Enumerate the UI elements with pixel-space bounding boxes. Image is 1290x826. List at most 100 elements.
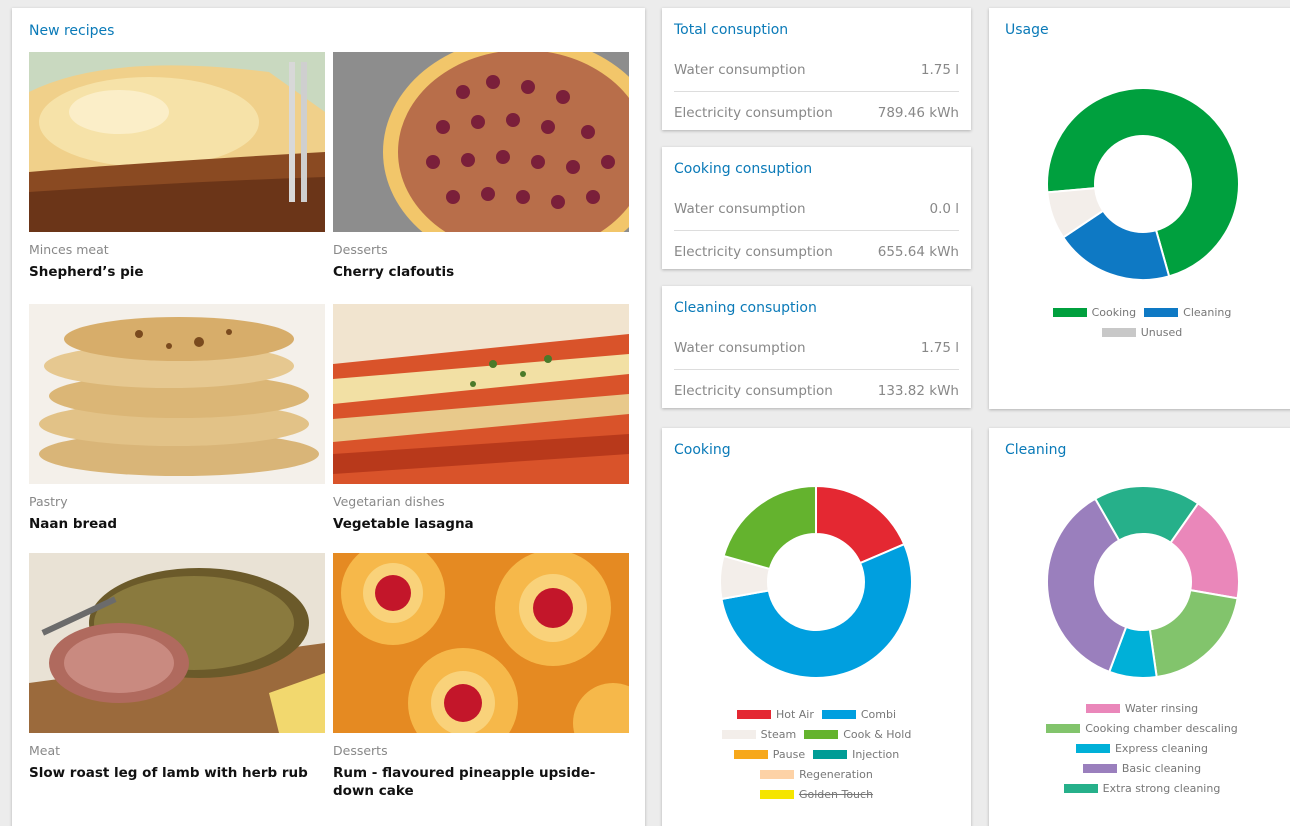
recipe-name[interactable]: Shepherd’s pie <box>29 263 325 281</box>
electricity-consumption-label: Electricity consumption <box>674 105 833 121</box>
legend-swatch <box>821 710 856 719</box>
legend-swatch <box>1063 784 1098 793</box>
recipe-category: Meat <box>29 743 61 758</box>
electricity-consumption-row: Electricity consumption 655.64 kWh <box>674 232 959 274</box>
legend-item-water-rinsing[interactable]: Water rinsing <box>1085 702 1199 715</box>
legend-item-steam[interactable]: Steam <box>721 728 797 741</box>
legend-item-basic-cleaning[interactable]: Basic cleaning <box>1082 762 1202 775</box>
legend-item-express-cleaning[interactable]: Express cleaning <box>1075 742 1209 755</box>
legend-label: Steam <box>760 728 797 741</box>
legend-item-regeneration[interactable]: Regeneration <box>760 768 873 781</box>
legend-item-injection[interactable]: Injection <box>813 748 899 761</box>
recipe-image[interactable] <box>333 52 629 232</box>
legend-item-cooking-chamber-descaling[interactable]: Cooking chamber descaling <box>1046 722 1238 735</box>
recipe-category: Vegetarian dishes <box>333 494 445 509</box>
legend-row: Unused <box>989 326 1290 339</box>
electricity-consumption-label: Electricity consumption <box>674 383 833 399</box>
water-consumption-label: Water consumption <box>674 340 806 356</box>
legend-item-extra-strong-cleaning[interactable]: Extra strong cleaning <box>1063 782 1221 795</box>
legend-item-pause[interactable]: Pause <box>733 748 806 761</box>
recipe-image[interactable] <box>29 304 325 484</box>
recipe-image[interactable] <box>333 304 629 484</box>
donut-slice-cooking-chamber-descaling[interactable] <box>1148 589 1239 679</box>
legend-row: Steam Cook & Hold <box>662 728 971 741</box>
legend-row: Express cleaning <box>989 742 1290 755</box>
recipe-name[interactable]: Naan bread <box>29 515 325 533</box>
legend-row: Extra strong cleaning <box>989 782 1290 795</box>
legend-item-cooking[interactable]: Cooking <box>1052 306 1136 319</box>
legend-row: Pause Injection <box>662 748 971 761</box>
legend-label: Pause <box>772 748 806 761</box>
water-consumption-label: Water consumption <box>674 201 806 217</box>
cooking-chart-title: Cooking <box>674 442 731 458</box>
legend-label: Golden Touch <box>798 788 874 801</box>
legend-row: Cooking chamber descaling <box>989 722 1290 735</box>
electricity-consumption-row: Electricity consumption 133.82 kWh <box>674 371 959 413</box>
legend-label: Injection <box>852 748 900 761</box>
cleaning-consumption-title: Cleaning consuption <box>674 300 817 316</box>
legend-label: Cleaning <box>1183 306 1232 319</box>
usage-chart-title: Usage <box>1005 22 1049 38</box>
cleaning-chart-title: Cleaning <box>1005 442 1067 458</box>
water-consumption-row: Water consumption 0.0 l <box>674 189 959 231</box>
legend-item-cook-hold[interactable]: Cook & Hold <box>804 728 911 741</box>
cleaning-chart-card: Cleaning Water rinsing Cooking chamber de… <box>989 428 1290 826</box>
legend-row: Basic cleaning <box>989 762 1290 775</box>
electricity-consumption-value: 133.82 kWh <box>877 383 959 399</box>
legend-swatch <box>1046 724 1081 733</box>
legend-swatch <box>804 730 839 739</box>
new-recipes-panel: New recipes Minces meat Shepherd’s pie D… <box>12 8 645 826</box>
water-consumption-value: 1.75 l <box>920 340 959 356</box>
water-consumption-label: Water consumption <box>674 62 806 78</box>
legend-swatch <box>813 750 848 759</box>
cleaning-consumption-card: Cleaning consuption Water consumption 1.… <box>662 286 971 408</box>
recipe-name[interactable]: Slow roast leg of lamb with herb rub <box>29 764 325 782</box>
recipe-image[interactable] <box>29 52 325 232</box>
legend-swatch <box>759 790 794 799</box>
new-recipes-title: New recipes <box>29 23 115 39</box>
total-consumption-title: Total consuption <box>674 22 789 38</box>
electricity-consumption-row: Electricity consumption 789.46 kWh <box>674 93 959 135</box>
recipe-name[interactable]: Vegetable lasagna <box>333 515 629 533</box>
legend-label: Hot Air <box>775 708 814 721</box>
legend-label: Cook & Hold <box>843 728 912 741</box>
legend-label: Extra strong cleaning <box>1102 782 1221 795</box>
legend-label: Regeneration <box>799 768 873 781</box>
cooking-chart-card: Cooking Hot Air Combi Steam Cook & Hold Paus… <box>662 428 971 826</box>
legend-item-cleaning[interactable]: Cleaning <box>1144 306 1231 319</box>
legend-swatch <box>1085 704 1120 713</box>
legend-swatch <box>733 750 768 759</box>
electricity-consumption-label: Electricity consumption <box>674 244 833 260</box>
legend-swatch <box>736 710 771 719</box>
recipe-name[interactable]: Rum - flavoured pineapple upside-down ca… <box>333 764 629 800</box>
legend-swatch <box>1144 308 1179 317</box>
legend-label: Unused <box>1140 326 1183 339</box>
recipe-category: Minces meat <box>29 242 109 257</box>
legend-item-unused[interactable]: Unused <box>1101 326 1183 339</box>
legend-label: Express cleaning <box>1114 742 1209 755</box>
legend-label: Water rinsing <box>1124 702 1199 715</box>
water-consumption-row: Water consumption 1.75 l <box>674 328 959 370</box>
legend-swatch <box>721 730 756 739</box>
recipe-category: Desserts <box>333 743 388 758</box>
legend-swatch <box>1052 308 1087 317</box>
legend-item-combi[interactable]: Combi <box>821 708 897 721</box>
legend-swatch <box>1101 328 1136 337</box>
electricity-consumption-value: 789.46 kWh <box>877 105 959 121</box>
legend-label: Cooking chamber descaling <box>1085 722 1238 735</box>
legend-item-golden-touch[interactable]: Golden Touch <box>759 788 874 801</box>
usage-chart-card: Usage Cooking Cleaning Unused <box>989 8 1290 409</box>
legend-label: Basic cleaning <box>1121 762 1202 775</box>
cooking-consumption-card: Cooking consuption Water consumption 0.0… <box>662 147 971 269</box>
recipe-category: Desserts <box>333 242 388 257</box>
water-consumption-value: 0.0 l <box>929 201 959 217</box>
legend-label: Combi <box>860 708 897 721</box>
donut-slice-cook-hold[interactable] <box>722 484 817 571</box>
legend-row: Water rinsing <box>989 702 1290 715</box>
recipe-name[interactable]: Cherry clafoutis <box>333 263 629 281</box>
cooking-consumption-title: Cooking consuption <box>674 161 813 177</box>
legend-item-hot-air[interactable]: Hot Air <box>736 708 814 721</box>
recipe-image[interactable] <box>29 553 325 733</box>
recipe-image[interactable] <box>333 553 629 733</box>
legend-swatch <box>1075 744 1110 753</box>
